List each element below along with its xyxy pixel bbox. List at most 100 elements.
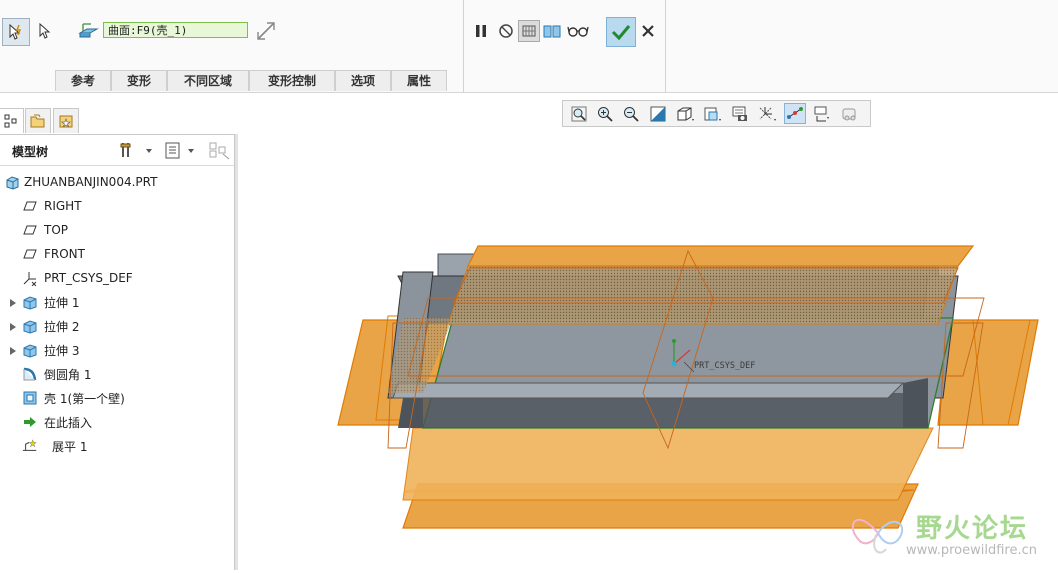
refit-icon	[571, 106, 587, 121]
datum-plane-icon	[22, 222, 38, 238]
dashboard-divider	[463, 0, 464, 92]
cancel-button[interactable]	[638, 20, 658, 42]
annotation-display-button[interactable]	[812, 103, 834, 124]
tree-item-csys[interactable]: PRT_CSYS_DEF	[0, 267, 234, 289]
reference-surface-icon	[76, 20, 100, 42]
glasses-icon	[567, 26, 589, 37]
tree-columns-button[interactable]	[207, 140, 231, 160]
flatten-icon	[22, 438, 38, 454]
display-style-button[interactable]	[674, 103, 696, 124]
tab-favorites[interactable]	[53, 108, 79, 133]
tools-icon	[120, 143, 152, 157]
tree-item-part[interactable]: ZHUANBANJIN004.PRT	[0, 171, 234, 193]
tree-item-shell-1[interactable]: 壳 1(第一个壁)	[0, 387, 234, 409]
tree-item-top-plane[interactable]: TOP	[0, 219, 234, 241]
model-3d-view: PRT_CSYS_DEF	[337, 245, 1039, 529]
expand-arrow-icon[interactable]	[9, 297, 17, 307]
tree-settings-button[interactable]	[118, 140, 154, 160]
tree-item-extrude-2[interactable]: 拉伸 2	[0, 315, 234, 337]
spin-center-icon	[787, 106, 803, 119]
appearance-button[interactable]	[839, 103, 861, 124]
checkmark-icon	[611, 25, 631, 41]
flip-direction-button[interactable]	[254, 19, 278, 43]
tab-folder-browser[interactable]	[25, 108, 51, 133]
watermark-logo	[846, 505, 910, 561]
insert-here-icon	[22, 414, 38, 430]
tree-item-label: FRONT	[44, 247, 85, 261]
tree-item-label: 在此插入	[44, 415, 93, 430]
round-icon	[22, 366, 38, 382]
csys-icon	[22, 270, 38, 286]
graphics-viewport[interactable]: PRT_CSYS_DEF	[238, 128, 1058, 570]
tree-item-round-1[interactable]: 倒圆角 1	[0, 363, 234, 385]
smart-select-tool-button[interactable]	[2, 18, 30, 46]
no-preview-button[interactable]	[495, 20, 517, 42]
saved-orientations-button[interactable]	[701, 103, 723, 124]
csys-label: PRT_CSYS_DEF	[694, 361, 755, 371]
tab-deform[interactable]: 变形	[111, 70, 167, 91]
smart-select-icon	[9, 23, 22, 40]
watermark-url: www.proewildfire.cn	[906, 543, 1037, 558]
zoom-in-button[interactable]	[594, 103, 616, 124]
tree-item-extrude-1[interactable]: 拉伸 1	[0, 291, 234, 313]
tree-item-label: 倒圆角 1	[44, 367, 92, 382]
dashboard-divider-right	[665, 0, 666, 92]
expand-arrow-icon[interactable]	[9, 321, 17, 331]
tab-model-tree[interactable]	[0, 108, 24, 133]
pause-button[interactable]	[470, 20, 492, 42]
datum-plane-icon	[22, 198, 38, 214]
annotation-icon	[814, 106, 829, 121]
tree-item-label: PRT_CSYS_DEF	[44, 271, 133, 285]
saved-views-icon	[704, 107, 721, 121]
tree-item-right-plane[interactable]: RIGHT	[0, 195, 234, 217]
graphics-toolbar	[562, 100, 871, 127]
flip-direction-icon	[257, 22, 275, 40]
tree-item-front-plane[interactable]: FRONT	[0, 243, 234, 265]
close-icon	[642, 25, 654, 37]
model-tree-title: 模型树	[12, 145, 49, 159]
watermark-title: 野火论坛	[916, 514, 1029, 544]
folder-icon	[30, 114, 45, 128]
view-manager-button[interactable]	[729, 103, 751, 124]
expand-arrow-icon[interactable]	[9, 345, 17, 355]
extrude-icon	[22, 318, 38, 334]
extrude-icon	[22, 342, 38, 358]
zoom-out-button[interactable]	[620, 103, 642, 124]
tab-different-regions[interactable]: 不同区域	[167, 70, 249, 91]
tree-item-label: TOP	[44, 223, 69, 237]
tree-item-label: ZHUANBANJIN004.PRT	[24, 175, 158, 189]
feature-dashboard: 曲面:F9(壳_1) 参考 变形 不同区域 变形控制 选项 属性	[0, 0, 1058, 93]
tree-item-label: 拉伸 3	[44, 343, 80, 358]
pointer-arrow-icon	[39, 22, 51, 39]
verify-preview-button[interactable]	[541, 20, 563, 42]
zoom-out-icon	[624, 106, 639, 122]
datum-display-filters-button[interactable]	[756, 103, 778, 124]
tab-references[interactable]: 参考	[55, 70, 111, 91]
butterfly-logo-icon	[851, 518, 903, 554]
model-tree-icon	[4, 114, 17, 128]
repaint-button[interactable]	[647, 103, 669, 124]
extrude-icon	[22, 294, 38, 310]
reference-collector-field[interactable]: 曲面:F9(壳_1)	[103, 22, 248, 38]
spin-center-button[interactable]	[784, 103, 806, 124]
deform-surface-right-flap	[937, 319, 1039, 426]
tab-deform-control[interactable]: 变形控制	[249, 70, 335, 91]
glasses-preview-button[interactable]	[566, 20, 590, 42]
list-icon	[165, 142, 194, 159]
favorites-icon	[59, 115, 73, 128]
dashboard-tabs: 参考 变形 不同区域 变形控制 选项 属性	[55, 70, 447, 92]
model-tree-header: 模型树	[0, 135, 234, 166]
tree-item-flatten-1[interactable]: 展平 1	[0, 435, 234, 457]
show-filter-button[interactable]	[162, 140, 198, 160]
select-arrow-button[interactable]	[32, 18, 56, 44]
tree-item-insert-here[interactable]: 在此插入	[0, 411, 234, 433]
preview-button[interactable]	[518, 20, 540, 42]
tree-item-label: 拉伸 1	[44, 295, 80, 310]
tab-properties[interactable]: 属性	[391, 70, 447, 91]
refit-button[interactable]	[568, 103, 590, 124]
tab-options[interactable]: 选项	[335, 70, 391, 91]
tree-item-label: RIGHT	[44, 199, 82, 213]
apply-ok-button[interactable]	[606, 17, 636, 47]
repaint-icon	[650, 106, 666, 121]
tree-item-extrude-3[interactable]: 拉伸 3	[0, 339, 234, 361]
